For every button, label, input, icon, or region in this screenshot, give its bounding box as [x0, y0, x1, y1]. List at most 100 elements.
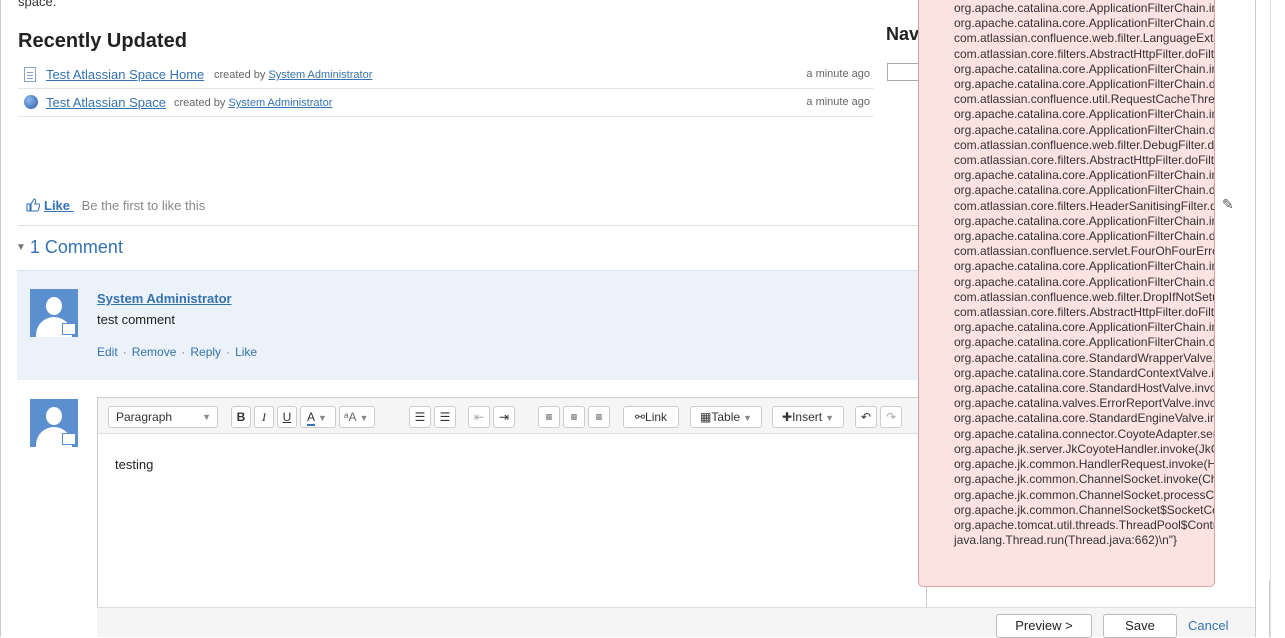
editor-footer: Preview > Save Cancel — [97, 607, 1255, 638]
stacktrace-line: org.apache.catalina.core.ApplicationFilt… — [954, 335, 1215, 350]
underline-button[interactable]: U — [277, 406, 297, 428]
stacktrace-line: com.atlassian.core.filters.AbstractHttpF… — [954, 305, 1215, 320]
page-icon — [24, 67, 36, 82]
stacktrace-line: org.apache.catalina.connector.CoyoteAdap… — [954, 426, 1215, 441]
stacktrace-line: org.apache.catalina.core.ApplicationFilt… — [954, 107, 1214, 122]
divider — [18, 88, 874, 89]
link-icon: ⚯ — [634, 410, 646, 424]
stacktrace-line: org.apache.jk.server.JkCoyoteHandler.inv… — [954, 441, 1215, 456]
stacktrace-line: com.atlassian.confluence.servlet.FourOhF… — [954, 244, 1215, 259]
stacktrace-line: org.apache.jk.common.HandlerRequest.invo… — [954, 457, 1214, 472]
scrollbar[interactable] — [1270, 0, 1285, 637]
thumbs-up-icon — [26, 198, 40, 212]
collapse-triangle-icon: ▼ — [16, 242, 26, 253]
recently-updated-link[interactable]: Test Atlassian Space — [46, 95, 166, 110]
stacktrace-line: org.apache.catalina.core.StandardWrapper… — [954, 350, 1215, 365]
save-button[interactable]: Save — [1103, 614, 1177, 638]
stacktrace-line: org.apache.catalina.core.ApplicationFilt… — [954, 183, 1215, 198]
stacktrace-line: com.atlassian.core.filters.AbstractHttpF… — [954, 46, 1215, 61]
stacktrace-line: org.apache.catalina.core.ApplicationFilt… — [954, 168, 1214, 183]
numbered-list-icon[interactable]: ☰ — [434, 406, 456, 428]
stacktrace-line: org.apache.catalina.core.ApplicationFilt… — [954, 213, 1214, 228]
italic-button[interactable]: I — [254, 406, 274, 428]
stacktrace-line: org.apache.jk.common.ChannelSocket.invok… — [954, 472, 1214, 487]
undo-icon[interactable]: ↶ — [855, 406, 877, 428]
remove-comment-link[interactable]: Remove — [132, 345, 177, 359]
comment: System Administrator test comment Edit · R… — [17, 270, 918, 380]
avatar — [30, 399, 78, 447]
recently-updated-heading: Recently Updated — [18, 30, 187, 52]
stacktrace-line: org.apache.jk.common.ChannelSocket.proce… — [954, 487, 1215, 502]
recently-updated-item: Test Atlassian Space Home created by Sys… — [24, 64, 874, 88]
stacktrace-line: org.apache.catalina.core.ApplicationFilt… — [954, 61, 1214, 76]
created-by-meta: created by System Administrator — [174, 97, 333, 109]
comment-author-link[interactable]: System Administrator — [97, 291, 232, 306]
editor-content[interactable]: testing — [115, 457, 153, 472]
stacktrace-line: org.apache.tomcat.util.threads.ThreadPoo… — [954, 517, 1215, 532]
stacktrace-line: com.atlassian.core.filters.AbstractHttpF… — [954, 153, 1215, 168]
stacktrace-line: org.apache.catalina.core.StandardEngineV… — [954, 411, 1215, 426]
comment-body: test comment — [97, 312, 176, 327]
pencil-icon[interactable]: ✎ — [1222, 196, 1234, 213]
stacktrace-line: java.lang.Thread.run(Thread.java:662)\n"… — [954, 533, 1178, 548]
align-left-icon[interactable]: ≡ — [538, 406, 560, 428]
insert-button[interactable]: ✚Insert ▼ — [772, 406, 844, 428]
plus-icon: ✚ — [782, 410, 793, 424]
error-stacktrace-popup: org.apache.catalina.core.ApplicationFilt… — [918, 0, 1215, 587]
stacktrace-line: org.apache.catalina.core.ApplicationFilt… — [954, 229, 1215, 244]
stacktrace-overflow — [1216, 0, 1270, 580]
align-right-icon[interactable]: ≡ — [588, 406, 610, 428]
bold-button[interactable]: B — [231, 406, 251, 428]
edit-comment-link[interactable]: Edit — [97, 345, 118, 359]
author-link[interactable]: System Administrator — [228, 97, 332, 109]
divider — [18, 225, 918, 226]
user-badge-icon — [62, 323, 76, 335]
link-button[interactable]: ⚯Link — [623, 406, 679, 428]
user-badge-icon — [62, 433, 76, 445]
author-link[interactable]: System Administrator — [268, 69, 372, 81]
stacktrace-line: com.atlassian.confluence.web.filter.Drop… — [954, 289, 1215, 304]
navigation-heading: Nav — [886, 24, 920, 44]
like-button[interactable]: Like — [26, 198, 74, 213]
table-button[interactable]: ▦Table ▼ — [690, 406, 762, 428]
stacktrace-line: org.apache.catalina.core.ApplicationFilt… — [954, 320, 1214, 335]
redo-icon[interactable]: ↷ — [880, 406, 902, 428]
stacktrace-line: org.apache.catalina.core.ApplicationFilt… — [954, 122, 1215, 137]
like-status-text: Be the first to like this — [81, 198, 206, 213]
stacktrace-text: org.apache.catalina.core.ApplicationFilt… — [954, 1, 1215, 548]
stacktrace-line: com.atlassian.confluence.web.filter.Lang… — [954, 31, 1215, 46]
align-center-icon[interactable]: ≡ — [563, 406, 585, 428]
space-globe-icon — [24, 95, 38, 109]
editor-toolbar: Paragraph ▼ B I U A ▼ ᵃA ▼ ☰ ☰ ⇤ ⇥ ≡ ≡ ≡ ⚯L… — [98, 398, 926, 434]
divider — [18, 116, 874, 117]
stacktrace-line: org.apache.catalina.core.StandardHostVal… — [954, 381, 1215, 396]
stacktrace-line: com.atlassian.confluence.web.filter.Debu… — [954, 137, 1215, 152]
comment-editor: Paragraph ▼ B I U A ▼ ᵃA ▼ ☰ ☰ ⇤ ⇥ ≡ ≡ ≡ ⚯L… — [97, 397, 927, 637]
text-color-button[interactable]: A ▼ — [300, 406, 336, 428]
like-row: Like Be the first to like this — [26, 198, 205, 213]
updated-time: a minute ago — [806, 68, 870, 80]
stacktrace-line: org.apache.catalina.core.ApplicationFilt… — [954, 77, 1215, 92]
stacktrace-line: org.apache.catalina.core.ApplicationFilt… — [954, 1, 1214, 15]
stacktrace-line: org.apache.jk.common.ChannelSocket$Socke… — [954, 502, 1215, 517]
reply-comment-link[interactable]: Reply — [190, 345, 221, 359]
comments-heading[interactable]: ▼ 1 Comment — [16, 237, 123, 258]
indent-icon[interactable]: ⇥ — [493, 406, 515, 428]
stacktrace-line: org.apache.catalina.core.ApplicationFilt… — [954, 259, 1214, 274]
outdent-icon[interactable]: ⇤ — [468, 406, 490, 428]
font-size-button[interactable]: ᵃA ▼ — [339, 406, 375, 428]
avatar[interactable] — [30, 289, 78, 337]
bullet-list-icon[interactable]: ☰ — [409, 406, 431, 428]
updated-time: a minute ago — [806, 96, 870, 108]
table-icon: ▦ — [700, 410, 712, 424]
top-space-text: space. — [18, 0, 57, 9]
preview-button[interactable]: Preview > — [996, 614, 1092, 638]
paragraph-format-select[interactable]: Paragraph ▼ — [108, 406, 218, 428]
comment-actions: Edit · Remove · Reply · Like — [97, 345, 258, 359]
stacktrace-line: com.atlassian.core.filters.HeaderSanitis… — [954, 198, 1215, 213]
like-comment-link[interactable]: Like — [235, 345, 257, 359]
recently-updated-link[interactable]: Test Atlassian Space Home — [46, 67, 204, 82]
stacktrace-line: org.apache.catalina.valves.ErrorReportVa… — [954, 396, 1215, 411]
cancel-link[interactable]: Cancel — [1188, 618, 1228, 633]
recently-updated-item: Test Atlassian Space created by System A… — [24, 92, 874, 116]
